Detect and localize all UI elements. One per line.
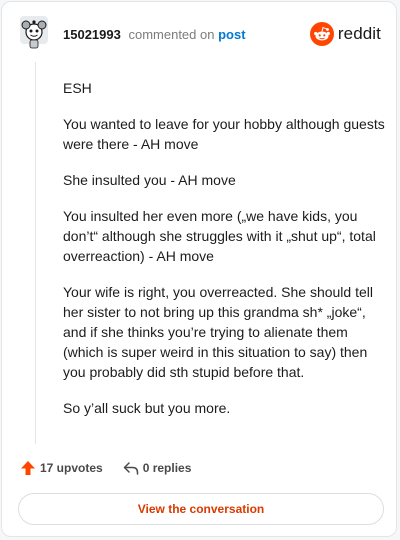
reddit-wordmark: reddit: [337, 24, 381, 43]
reddit-logo-icon: [309, 22, 334, 46]
comment-meta: 15021993 commented on post: [63, 27, 246, 42]
upvote-arrow-icon: [21, 461, 35, 475]
comment-paragraph: You wanted to leave for your hobby altho…: [63, 116, 385, 152]
username[interactable]: 15021993: [63, 27, 121, 42]
commented-on-text: commented on: [128, 27, 215, 42]
reddit-logo[interactable]: reddit: [309, 22, 381, 46]
post-link[interactable]: post: [218, 27, 245, 42]
comment-paragraph: So y’all suck but you more.: [63, 400, 231, 416]
comment-paragraph: She insulted you - AH move: [63, 172, 236, 188]
snoo-avatar-icon[interactable]: [18, 14, 50, 50]
comment-paragraph: ESH: [63, 80, 92, 96]
comment-body: ESH You wanted to leave for your hobby a…: [63, 78, 385, 434]
view-conversation-button[interactable]: View the conversation: [18, 493, 384, 525]
comment-paragraph: Your wife is right, you overreacted. She…: [63, 284, 373, 380]
comment-card: 15021993 commented on post reddit ESH Yo…: [1, 1, 397, 537]
upvote-button[interactable]: 17 upvotes: [20, 460, 103, 476]
comment-paragraph: You insulted her even more („we have kid…: [63, 208, 376, 264]
thread-line: [35, 62, 36, 444]
reply-button[interactable]: 0 replies: [123, 460, 192, 476]
upvote-count: 17 upvotes: [40, 461, 103, 475]
comment-actions: 17 upvotes 0 replies: [20, 460, 191, 476]
reply-count: 0 replies: [142, 461, 192, 475]
comment-header: 15021993 commented on post reddit: [2, 2, 396, 66]
reply-icon: [123, 462, 138, 475]
